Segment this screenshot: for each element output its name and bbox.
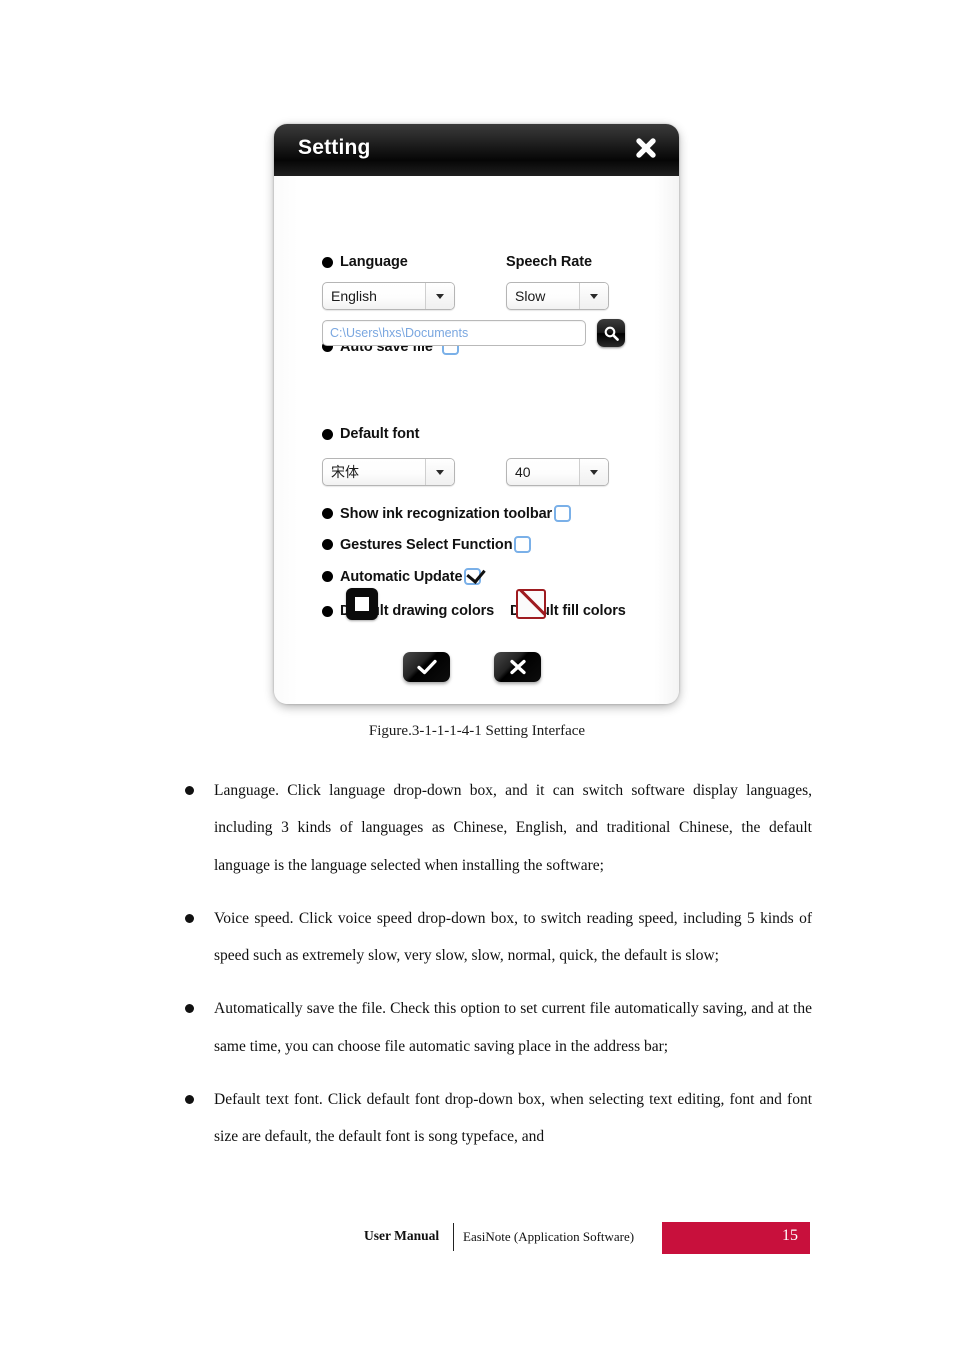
browse-path-button[interactable] [597,319,625,347]
list-item: Default text font. Click default font dr… [182,1081,812,1156]
cancel-button[interactable] [494,652,541,682]
chevron-down-icon [425,283,454,309]
default-font-label: Default font [340,426,420,442]
default-font-row: Default font [322,426,419,442]
x-icon [509,659,526,675]
gestures-checkbox[interactable] [514,536,532,553]
language-label: Language [340,254,408,270]
gestures-row: Gestures Select Function [322,536,532,553]
auto-update-label: Automatic Update [340,568,463,585]
figure-caption: Figure.3-1-1-1-4-1 Setting Interface [368,723,586,739]
search-icon [604,326,619,341]
language-dropdown-value: English [331,288,377,304]
ink-toolbar-row: Show ink recognization toolbar [322,505,572,522]
gestures-label: Gestures Select Function [340,536,513,553]
list-item: Automatically save the file. Check this … [182,990,812,1065]
font-size-dropdown[interactable]: 40 [506,458,609,486]
confirm-button[interactable] [403,652,450,682]
language-label-row: Language [322,254,408,270]
list-item: Language. Click language drop-down box, … [182,772,812,885]
footer-subtitle: EasiNote (Application Software) [463,1229,635,1244]
font-size-dropdown-value: 40 [515,464,531,480]
bullet-icon [322,428,333,440]
page-footer: User Manual EasiNote (Application Softwa… [0,1222,954,1258]
language-dropdown[interactable]: English [322,282,455,310]
dialog-title: Setting [298,136,371,159]
footer-title: User Manual [364,1228,440,1243]
page-number: 15 [782,1227,798,1244]
bullet-icon [322,539,333,550]
auto-save-path-value: C:\Users\hxs\Documents [330,326,469,340]
dialog-body: Language Speech Rate English Slow Auto s… [274,176,679,704]
chevron-down-icon [425,459,454,485]
bullet-icon [322,508,333,519]
chevron-down-icon [579,283,608,309]
default-fill-color-swatch[interactable] [516,589,546,619]
setting-dialog: Setting Language Speech Rate English Slo… [274,124,679,704]
auto-update-checkbox[interactable] [464,568,482,585]
speech-rate-label: Speech Rate [506,254,592,270]
font-family-dropdown-value: 宋体 [331,464,359,480]
check-icon [416,659,437,675]
speech-rate-dropdown[interactable]: Slow [506,282,609,310]
bullet-icon [322,256,333,268]
default-drawing-color-swatch[interactable] [346,588,378,620]
bullet-icon [322,571,333,582]
auto-save-path-field[interactable]: C:\Users\hxs\Documents [322,320,586,346]
bullet-list: Language. Click language drop-down box, … [182,756,812,1156]
list-item: Voice speed. Click voice speed drop-down… [182,900,812,975]
footer-page-bar: 15 [662,1222,810,1254]
chevron-down-icon [579,459,608,485]
speech-rate-dropdown-value: Slow [515,288,546,304]
auto-update-row: Automatic Update [322,568,482,585]
swatch-inner [355,597,369,611]
ink-toolbar-checkbox[interactable] [554,505,572,522]
ink-toolbar-label: Show ink recognization toolbar [340,505,553,522]
footer-divider [453,1223,455,1251]
font-family-dropdown[interactable]: 宋体 [322,458,455,486]
close-icon[interactable] [631,133,661,163]
dialog-titlebar: Setting [274,124,679,176]
bullet-icon [322,605,333,617]
